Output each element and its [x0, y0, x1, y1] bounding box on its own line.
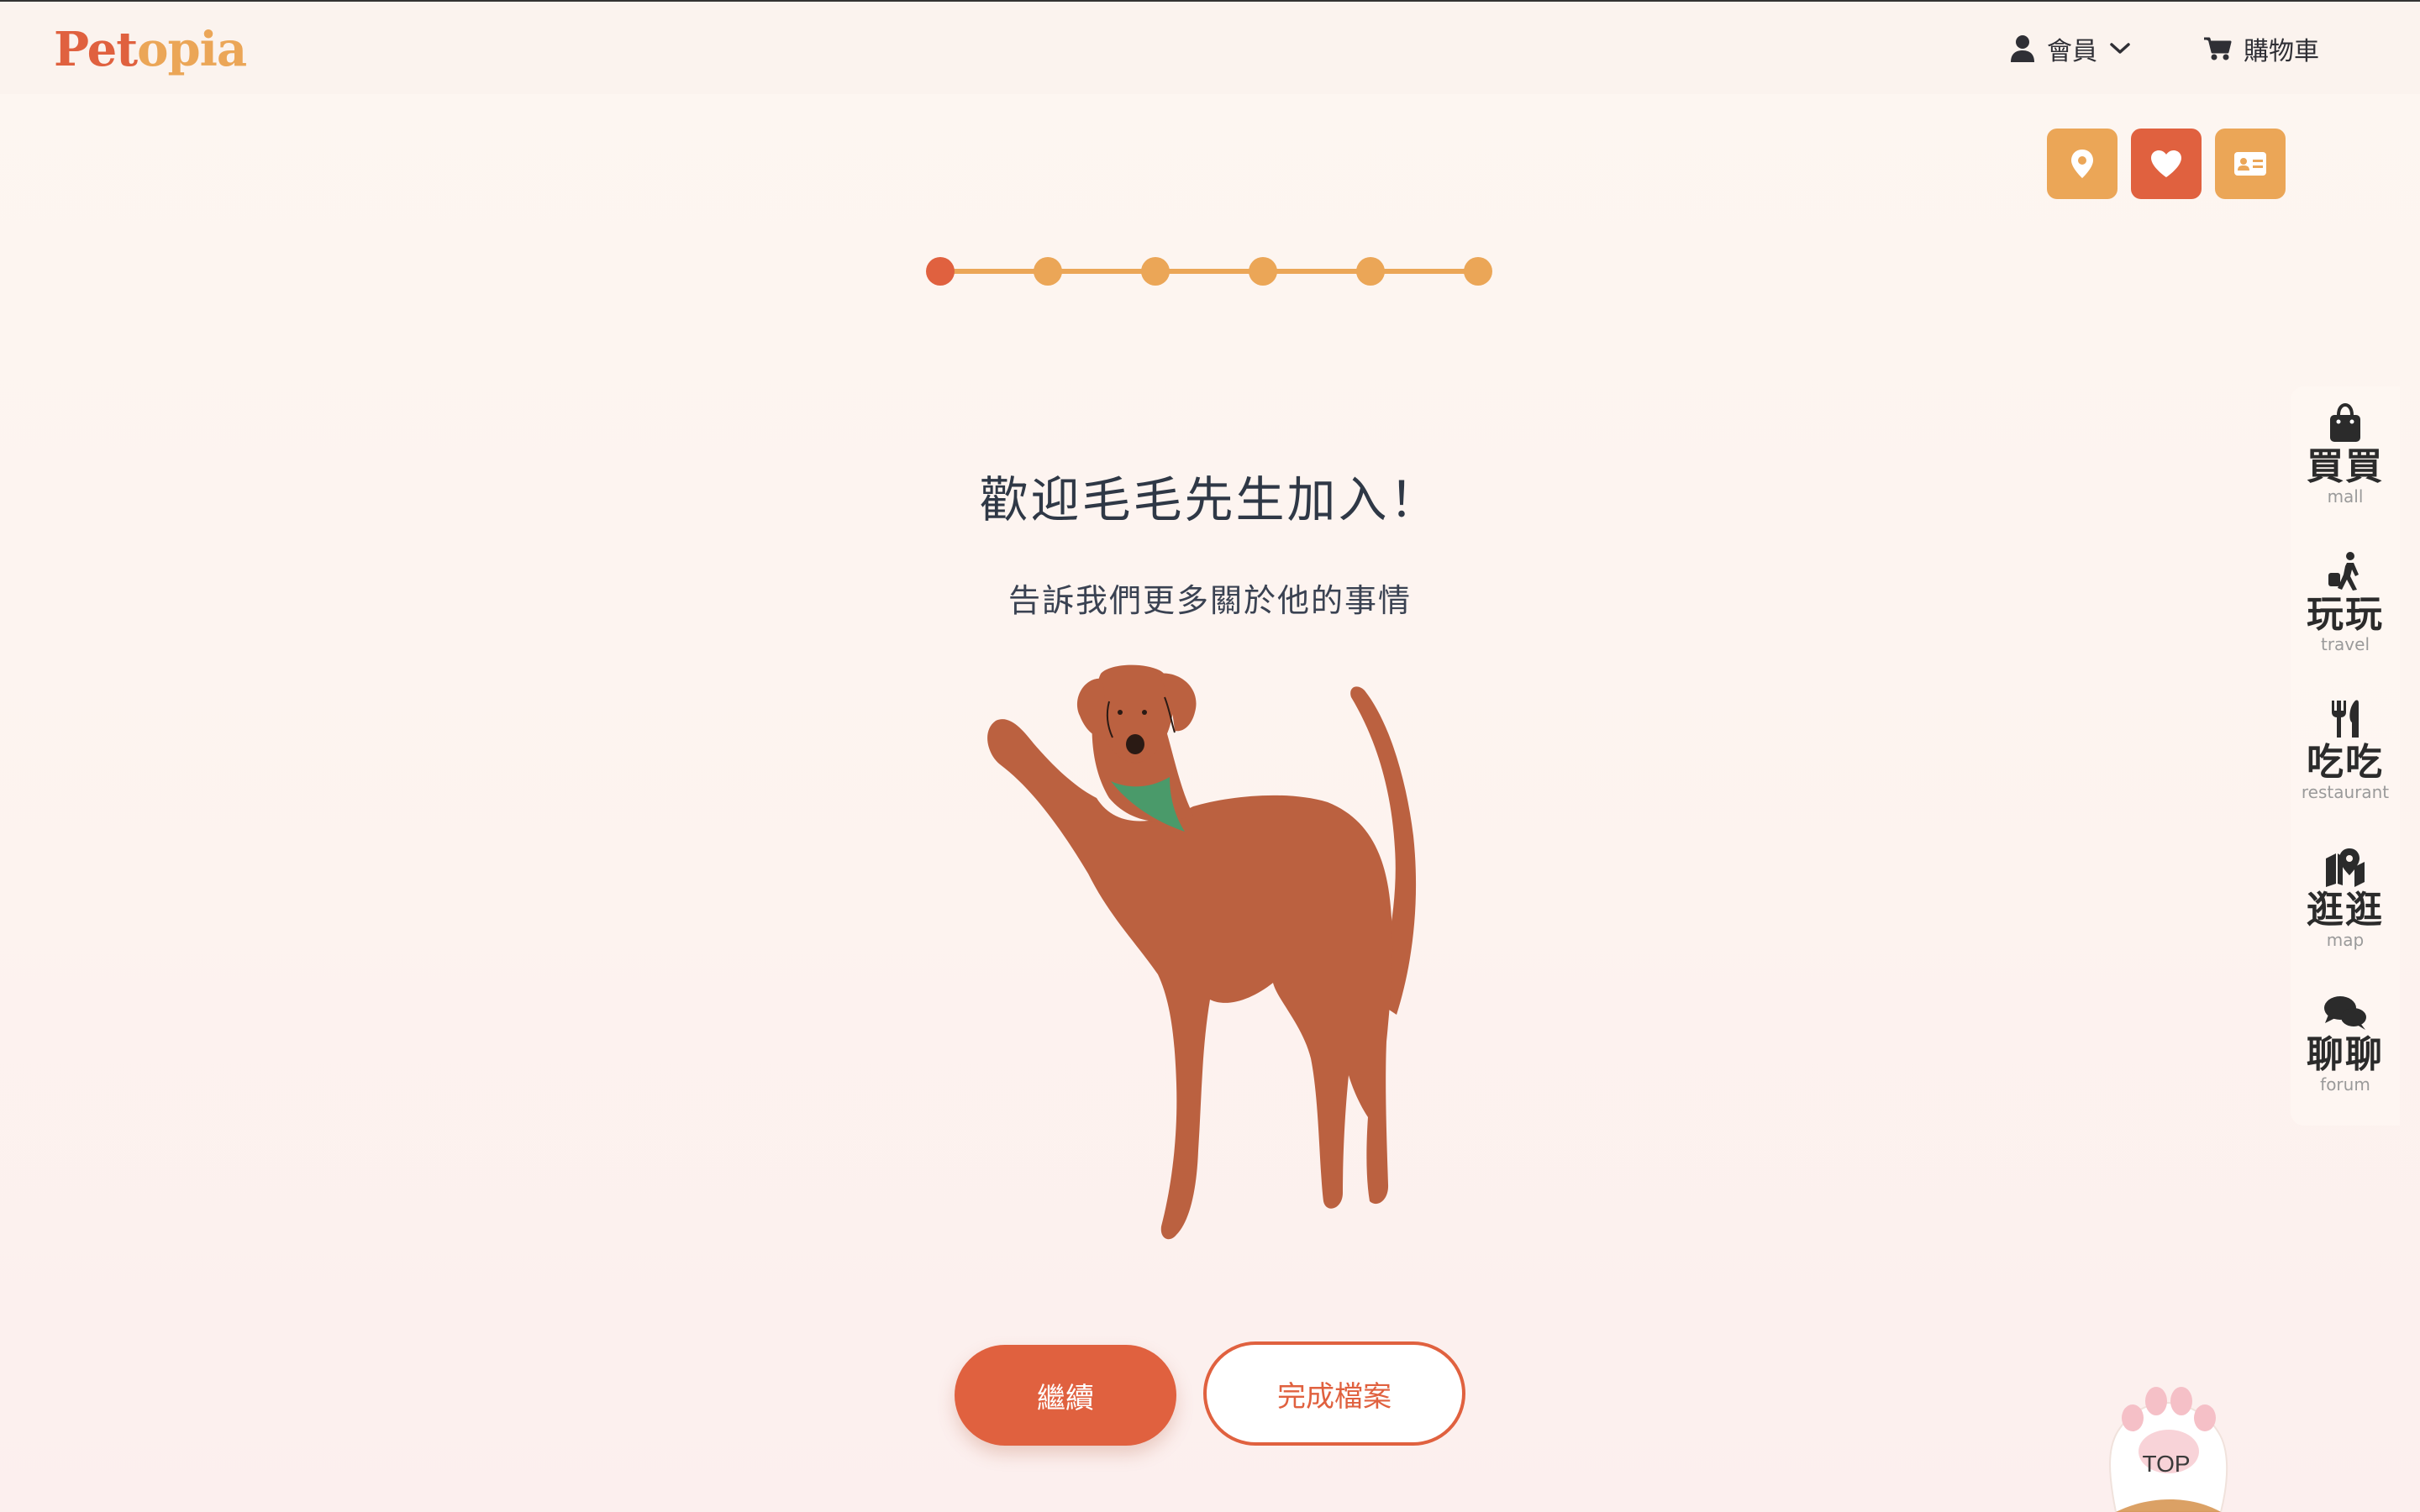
side-nav-travel-label: 玩玩	[2307, 593, 2384, 636]
traveler-icon	[2328, 552, 2359, 591]
cart-icon	[2204, 37, 2232, 60]
step-dot-6[interactable]	[1464, 257, 1492, 286]
side-nav-mall-label: 買買	[2307, 445, 2384, 488]
side-nav-travel[interactable]: 玩玩 travel	[2291, 551, 2400, 654]
user-icon	[2011, 35, 2034, 62]
member-menu[interactable]: 會員	[2010, 30, 2131, 67]
step-dot-5[interactable]	[1356, 257, 1385, 286]
side-nav-travel-sublabel: travel	[2320, 634, 2370, 654]
map-pin-icon	[2071, 150, 2093, 178]
stepper-line	[939, 269, 1481, 274]
side-nav-mall-sublabel: mall	[2327, 486, 2364, 507]
shopping-bag-icon	[2330, 403, 2360, 442]
heart-icon	[2151, 150, 2181, 177]
side-nav-map-sublabel: map	[2326, 930, 2365, 950]
chat-icon	[2324, 996, 2366, 1030]
step-dot-4[interactable]	[1249, 257, 1277, 286]
paw-pad-4	[2194, 1404, 2216, 1431]
step-dot-1[interactable]	[926, 257, 955, 286]
side-nav-map[interactable]: 逛逛 map	[2291, 847, 2400, 949]
progress-stepper	[926, 257, 1494, 286]
top-label: TOP	[2142, 1451, 2190, 1477]
side-nav-map-label: 逛逛	[2307, 889, 2384, 932]
member-label: 會員	[2047, 37, 2097, 66]
cart-link[interactable]: 購物車	[2203, 30, 2319, 67]
profile-card-button[interactable]	[2215, 129, 2286, 199]
petopia-logo[interactable]: Petopia	[54, 22, 247, 77]
side-nav-restaurant[interactable]: 吃吃 restaurant	[2291, 699, 2400, 801]
side-nav-restaurant-sublabel: restaurant	[2301, 782, 2390, 802]
side-nav-restaurant-label: 吃吃	[2307, 741, 2384, 784]
location-button[interactable]	[2047, 129, 2118, 199]
paw-pad-2	[2145, 1387, 2167, 1415]
paw-pad-3	[2170, 1387, 2192, 1415]
continue-button[interactable]: 繼續	[955, 1345, 1176, 1446]
id-card-icon	[2234, 152, 2266, 176]
welcome-subtitle: 告訴我們更多關於他的事情	[1007, 582, 1412, 619]
step-dot-2[interactable]	[1034, 257, 1062, 286]
step-dot-3[interactable]	[1141, 257, 1170, 286]
chevron-down-icon	[2110, 43, 2130, 54]
favorites-button[interactable]	[2131, 129, 2202, 199]
cart-label: 購物車	[2244, 37, 2319, 66]
logo-part-pet: Pet	[54, 22, 138, 77]
welcome-title: 歡迎毛毛先生加入！	[979, 471, 1441, 528]
back-to-top-button[interactable]: TOP	[2082, 1369, 2250, 1512]
paw-pad-1	[2122, 1404, 2144, 1431]
side-nav-forum[interactable]: 聊聊 forum	[2291, 995, 2400, 1094]
side-nav-forum-sublabel: forum	[2320, 1074, 2370, 1095]
map-marker-icon	[2326, 848, 2365, 887]
logo-part-opia: opia	[137, 22, 247, 77]
side-nav-forum-label: 聊聊	[2307, 1033, 2384, 1076]
side-nav-mall[interactable]: 買買 mall	[2291, 403, 2400, 506]
site-header: Petopia 會員 購物車	[0, 2, 2420, 94]
side-nav: 買買 mall 玩玩 travel 吃吃 restaurant 逛逛 map 聊…	[2291, 386, 2400, 1126]
finish-profile-button[interactable]: 完成檔案	[1203, 1341, 1465, 1446]
dog-illustration	[987, 664, 1417, 1240]
utensils-icon	[2332, 700, 2359, 738]
